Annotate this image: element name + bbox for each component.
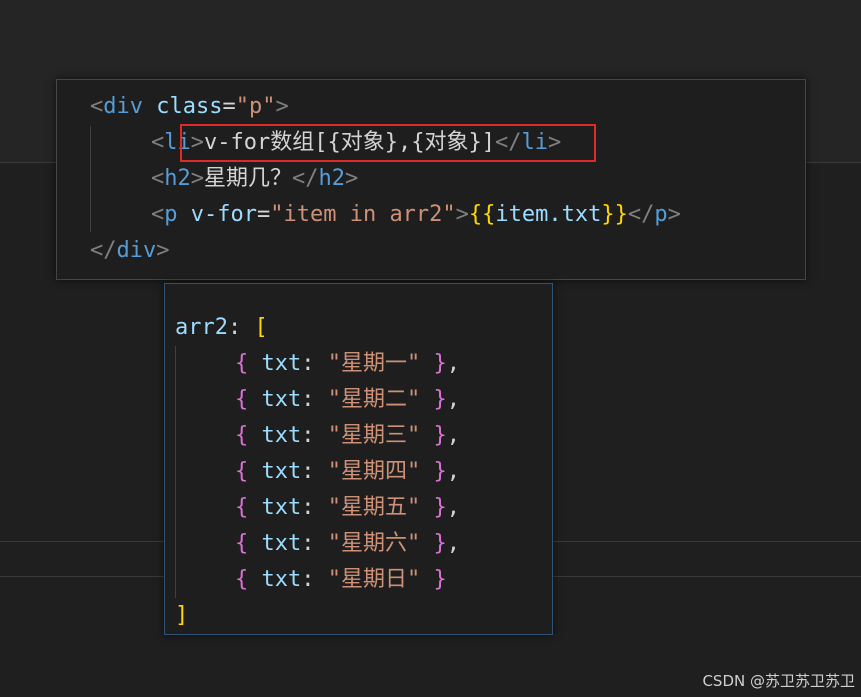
colon: :	[301, 423, 328, 448]
colon: :	[301, 531, 328, 556]
object-open-brace: {	[235, 423, 249, 448]
object-open-brace: {	[235, 495, 249, 520]
arr2-item-line: { txt: "星期二" },	[235, 382, 460, 418]
object-key: txt	[261, 495, 302, 520]
arr2-item-line: { txt: "星期日" }	[235, 562, 447, 598]
object-close-brace: }	[433, 387, 447, 412]
code-line-p-vfor: <p v-for="item in arr2">{{item.txt}}</p>	[151, 202, 681, 227]
trailing-comma: ,	[446, 459, 460, 484]
object-key: txt	[261, 531, 302, 556]
colon: :	[301, 567, 328, 592]
arr2-item-line: { txt: "星期一" },	[235, 346, 460, 382]
object-value: "星期五"	[327, 495, 421, 520]
trailing-comma: ,	[446, 495, 460, 520]
object-open-brace: {	[235, 531, 249, 556]
object-key: txt	[261, 567, 302, 592]
trailing-comma: ,	[446, 531, 460, 556]
colon: :	[301, 351, 328, 376]
object-key: txt	[261, 423, 302, 448]
object-open-brace: {	[235, 459, 249, 484]
code-line-div-open: <div class="p">	[90, 94, 289, 119]
object-value: "星期四"	[327, 459, 421, 484]
object-value: "星期六"	[327, 531, 421, 556]
object-close-brace: }	[433, 459, 447, 484]
trailing-comma: ,	[446, 423, 460, 448]
colon: :	[301, 387, 328, 412]
watermark: CSDN @苏卫苏卫苏卫	[702, 672, 855, 690]
indent-guide	[90, 126, 91, 232]
code-line-div-close: </div>	[90, 238, 170, 263]
trailing-comma: ,	[446, 387, 460, 412]
object-key: txt	[261, 387, 302, 412]
trailing-comma: ,	[446, 351, 460, 376]
arr2-item-line: { txt: "星期五" },	[235, 490, 460, 526]
indent-guide	[175, 346, 176, 598]
object-key: txt	[261, 459, 302, 484]
object-value: "星期二"	[327, 387, 421, 412]
object-value: "星期日"	[327, 567, 421, 592]
colon: :	[301, 495, 328, 520]
object-open-brace: {	[235, 567, 249, 592]
arr2-item-line: { txt: "星期三" },	[235, 418, 460, 454]
object-open-brace: {	[235, 387, 249, 412]
highlight-box	[180, 124, 596, 162]
object-close-brace: }	[433, 531, 447, 556]
object-open-brace: {	[235, 351, 249, 376]
code-line-arr2-close: ]	[175, 603, 189, 628]
code-line-h2: <h2>星期几？</h2>	[151, 166, 359, 191]
code-line-arr2-decl: arr2: [	[175, 315, 268, 340]
object-value: "星期一"	[327, 351, 421, 376]
object-close-brace: }	[433, 423, 447, 448]
arr2-item-line: { txt: "星期六" },	[235, 526, 460, 562]
object-key: txt	[261, 351, 302, 376]
arr2-item-line: { txt: "星期四" },	[235, 454, 460, 490]
object-close-brace: }	[433, 495, 447, 520]
object-close-brace: }	[433, 351, 447, 376]
object-value: "星期三"	[327, 423, 421, 448]
colon: :	[301, 459, 328, 484]
object-close-brace: }	[433, 567, 447, 592]
